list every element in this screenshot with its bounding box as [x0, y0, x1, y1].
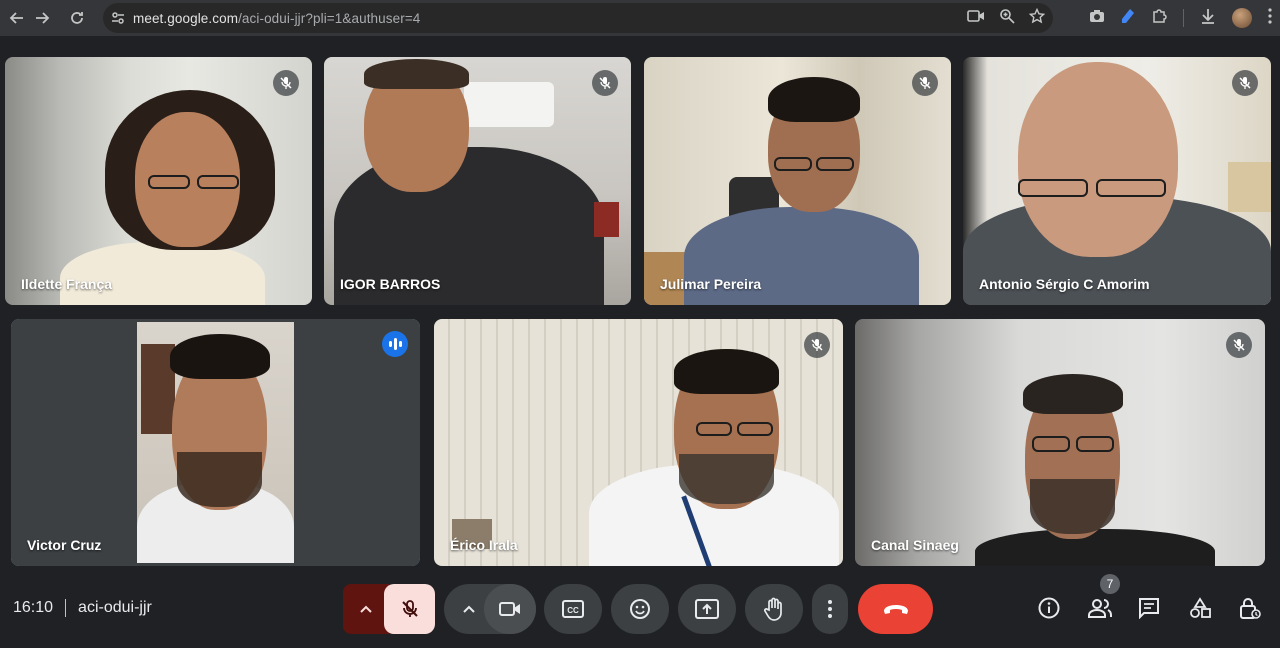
- participant-tile[interactable]: Canal Sinaeg: [855, 319, 1265, 566]
- muted-indicator: [804, 332, 830, 358]
- chat-button[interactable]: [1135, 594, 1163, 622]
- extension-pen-icon[interactable]: [1121, 8, 1135, 29]
- captions-button[interactable]: CC: [544, 584, 602, 634]
- bookmark-star-icon[interactable]: [1028, 7, 1046, 29]
- participant-name: Érico Irala: [450, 537, 518, 553]
- camera-icon: [499, 602, 520, 616]
- more-options-icon: [828, 600, 832, 618]
- participant-name: Ildette França: [21, 276, 113, 292]
- muted-indicator: [1226, 332, 1252, 358]
- toolbar-divider: [1183, 9, 1184, 27]
- screenshot-icon[interactable]: [1089, 9, 1105, 28]
- chat-icon: [1139, 598, 1159, 619]
- video-settings-button[interactable]: [454, 584, 484, 634]
- meeting-details: 16:10 aci-odui-jjr: [13, 599, 152, 617]
- leave-call-button[interactable]: [858, 584, 933, 634]
- url-path: /aci-odui-jjr?pli=1&authuser=4: [238, 10, 421, 26]
- address-bar[interactable]: meet.google.com/aci-odui-jjr?pli=1&authu…: [103, 3, 1053, 33]
- site-settings-icon[interactable]: [103, 10, 133, 26]
- speaking-indicator: [382, 331, 408, 357]
- svg-text:CC: CC: [567, 606, 579, 615]
- download-icon[interactable]: [1200, 8, 1216, 29]
- participant-tile[interactable]: Antonio Sérgio C Amorim: [963, 57, 1271, 305]
- participant-count-badge: 7: [1100, 574, 1120, 594]
- muted-indicator: [273, 70, 299, 96]
- mic-off-icon: [401, 600, 418, 617]
- activities-icon: [1190, 597, 1211, 618]
- participant-tile[interactable]: Ildette França: [5, 57, 312, 305]
- meeting-time: 16:10: [13, 599, 54, 616]
- present-icon: [695, 599, 719, 619]
- activities-button[interactable]: [1186, 594, 1214, 622]
- send-reaction-button[interactable]: [611, 584, 669, 634]
- muted-indicator: [1232, 70, 1258, 96]
- audio-settings-button[interactable]: [343, 584, 389, 634]
- meeting-details-button[interactable]: [1035, 594, 1063, 622]
- participant-name: Julimar Pereira: [660, 276, 762, 292]
- captions-icon: CC: [562, 600, 584, 618]
- info-icon: [1038, 597, 1060, 619]
- muted-indicator: [912, 70, 938, 96]
- participant-name: Canal Sinaeg: [871, 537, 959, 553]
- raise-hand-button[interactable]: [745, 584, 803, 634]
- host-controls-icon: [1240, 598, 1261, 619]
- camera-toggle-button[interactable]: [484, 584, 536, 634]
- profile-avatar[interactable]: [1232, 8, 1252, 28]
- chevron-up-icon: [360, 605, 372, 613]
- chevron-up-icon: [463, 605, 475, 613]
- raise-hand-icon: [764, 597, 782, 621]
- participant-tile-active[interactable]: Victor Cruz: [11, 319, 420, 566]
- chrome-menu-icon[interactable]: [1268, 7, 1272, 29]
- present-now-button[interactable]: [678, 584, 736, 634]
- hangup-icon: [883, 605, 908, 614]
- mic-control-group: [343, 584, 435, 634]
- meeting-info-divider: [65, 599, 67, 617]
- participant-name: IGOR BARROS: [340, 276, 441, 292]
- camera-control-group: [444, 584, 536, 634]
- browser-toolbar: meet.google.com/aci-odui-jjr?pli=1&authu…: [0, 0, 1280, 36]
- url-text: meet.google.com/aci-odui-jjr?pli=1&authu…: [133, 11, 420, 26]
- people-button[interactable]: [1086, 594, 1114, 622]
- zoom-icon[interactable]: [999, 8, 1015, 29]
- participant-video: [137, 322, 294, 563]
- more-options-button[interactable]: [812, 584, 848, 634]
- participant-tile[interactable]: IGOR BARROS: [324, 57, 631, 305]
- forward-icon[interactable]: [25, 1, 59, 35]
- emoji-icon: [630, 599, 650, 619]
- microphone-toggle-button[interactable]: [384, 584, 435, 634]
- extensions-puzzle-icon[interactable]: [1151, 8, 1167, 29]
- participant-name: Victor Cruz: [27, 537, 102, 553]
- url-host: meet.google.com: [133, 10, 239, 26]
- meeting-code: aci-odui-jjr: [78, 599, 152, 616]
- camera-icon[interactable]: [967, 9, 985, 28]
- host-controls-button[interactable]: [1236, 594, 1264, 622]
- meeting-controls-bar: 16:10 aci-odui-jjr CC 7: [0, 572, 1280, 648]
- participant-tile[interactable]: Érico Irala: [434, 319, 843, 566]
- reload-icon[interactable]: [60, 1, 94, 35]
- participant-name: Antonio Sérgio C Amorim: [979, 276, 1150, 292]
- people-icon: [1088, 599, 1112, 618]
- muted-indicator: [592, 70, 618, 96]
- participant-tile[interactable]: Julimar Pereira: [644, 57, 951, 305]
